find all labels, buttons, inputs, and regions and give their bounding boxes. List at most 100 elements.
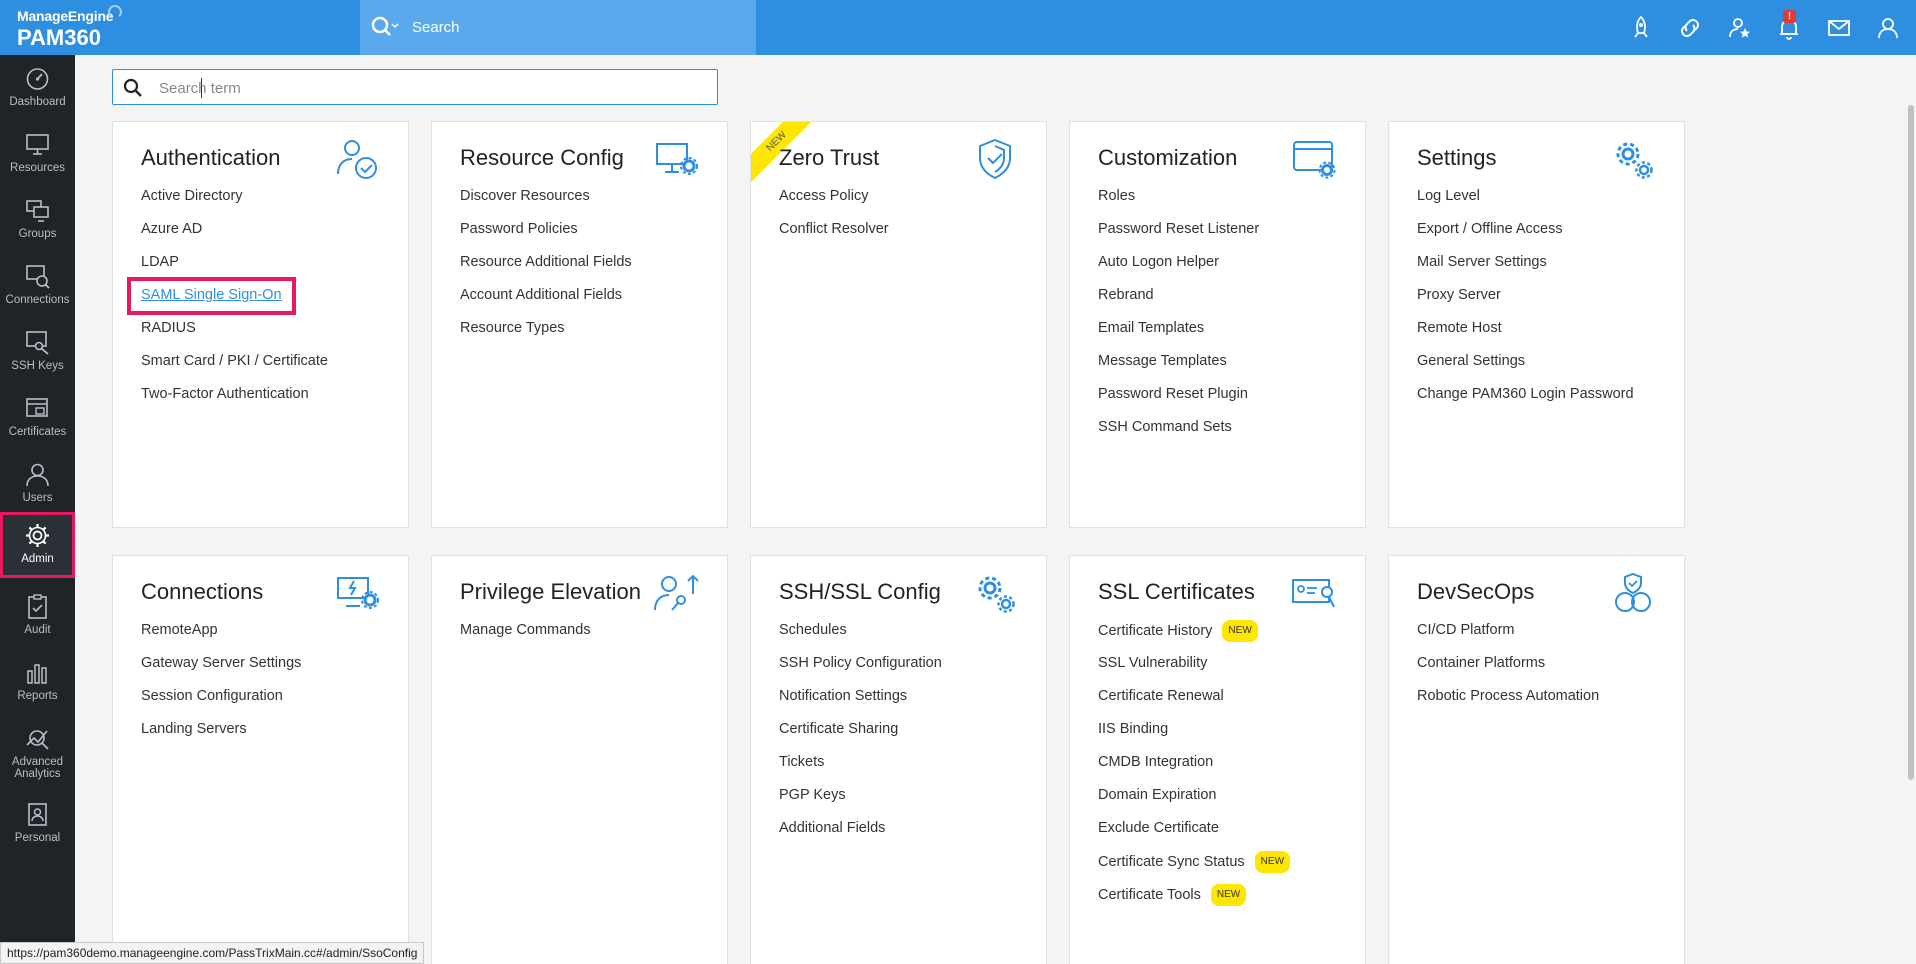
card-links: Schedules SSH Policy Configuration Notif… bbox=[779, 620, 942, 851]
link-smart-card[interactable]: Smart Card / PKI / Certificate bbox=[141, 351, 328, 384]
link-exclude-certificate[interactable]: Exclude Certificate bbox=[1098, 818, 1290, 851]
link-container-platforms[interactable]: Container Platforms bbox=[1417, 653, 1599, 686]
link-general-settings[interactable]: General Settings bbox=[1417, 351, 1634, 384]
devsecops-cycle-icon bbox=[1615, 572, 1651, 612]
groups-icon bbox=[26, 200, 49, 222]
link-ci-cd-platform[interactable]: CI/CD Platform bbox=[1417, 620, 1599, 653]
admin-search-input[interactable] bbox=[159, 76, 699, 100]
link-mail-server-settings[interactable]: Mail Server Settings bbox=[1417, 252, 1634, 285]
top-bar: ManageEngine PAM360 Search ! bbox=[0, 0, 1916, 55]
rocket-icon[interactable] bbox=[1628, 15, 1654, 41]
link-remoteapp[interactable]: RemoteApp bbox=[141, 620, 301, 653]
dashboard-icon bbox=[26, 68, 49, 90]
link-export-offline-access[interactable]: Export / Offline Access bbox=[1417, 219, 1634, 252]
sidebar-item-personal[interactable]: Personal bbox=[0, 791, 75, 857]
new-badge: NEW bbox=[1254, 851, 1291, 873]
link-icon[interactable] bbox=[1677, 15, 1703, 41]
link-schedules[interactable]: Schedules bbox=[779, 620, 942, 653]
analytics-icon bbox=[26, 730, 49, 750]
user-key-arrow-icon bbox=[654, 574, 699, 611]
card-links: Log Level Export / Offline Access Mail S… bbox=[1417, 186, 1634, 417]
link-certificate-tools[interactable]: Certificate Tools NEW bbox=[1098, 884, 1290, 917]
link-change-login-password[interactable]: Change PAM360 Login Password bbox=[1417, 384, 1634, 417]
link-certificate-history[interactable]: Certificate History NEW bbox=[1098, 620, 1290, 653]
link-resource-types[interactable]: Resource Types bbox=[460, 318, 632, 351]
link-password-reset-listener[interactable]: Password Reset Listener bbox=[1098, 219, 1259, 252]
gears-icon bbox=[1616, 142, 1653, 179]
mail-icon[interactable] bbox=[1826, 15, 1852, 41]
link-ssl-vulnerability[interactable]: SSL Vulnerability bbox=[1098, 653, 1290, 686]
card-links: CI/CD Platform Container Platforms Robot… bbox=[1417, 620, 1599, 719]
brand-vendor: ManageEngine bbox=[17, 8, 114, 24]
link-cmdb-integration[interactable]: CMDB Integration bbox=[1098, 752, 1290, 785]
user-icon bbox=[26, 463, 49, 487]
link-certificate-sharing[interactable]: Certificate Sharing bbox=[779, 719, 942, 752]
link-saml-sso[interactable]: SAML Single Sign-On bbox=[127, 277, 328, 318]
link-two-factor[interactable]: Two-Factor Authentication bbox=[141, 384, 328, 417]
link-pgp-keys[interactable]: PGP Keys bbox=[779, 785, 942, 818]
link-message-templates[interactable]: Message Templates bbox=[1098, 351, 1259, 384]
brand-product: PAM360 bbox=[17, 25, 101, 50]
sidebar-item-advanced-analytics[interactable]: Advanced Analytics bbox=[0, 715, 75, 785]
link-radius[interactable]: RADIUS bbox=[141, 318, 328, 351]
connections-icon bbox=[26, 265, 50, 289]
link-proxy-server[interactable]: Proxy Server bbox=[1417, 285, 1634, 318]
link-additional-fields[interactable]: Additional Fields bbox=[779, 818, 942, 851]
sidebar-item-admin[interactable]: Admin bbox=[0, 512, 75, 578]
sidebar-item-certificates[interactable]: Certificates bbox=[0, 385, 75, 451]
page-scrollbar[interactable] bbox=[1906, 55, 1916, 964]
certificate-icon bbox=[26, 398, 48, 417]
global-search[interactable]: Search bbox=[360, 0, 756, 55]
link-ssh-command-sets[interactable]: SSH Command Sets bbox=[1098, 417, 1259, 450]
link-auto-logon-helper[interactable]: Auto Logon Helper bbox=[1098, 252, 1259, 285]
card-title: SSH/SSL Config bbox=[779, 579, 941, 604]
link-email-templates[interactable]: Email Templates bbox=[1098, 318, 1259, 351]
link-landing-servers[interactable]: Landing Servers bbox=[141, 719, 301, 752]
link-discover-resources[interactable]: Discover Resources bbox=[460, 186, 632, 219]
link-iis-binding[interactable]: IIS Binding bbox=[1098, 719, 1290, 752]
search-icon bbox=[371, 16, 399, 36]
link-certificate-sync-status[interactable]: Certificate Sync Status NEW bbox=[1098, 851, 1291, 884]
link-password-reset-plugin[interactable]: Password Reset Plugin bbox=[1098, 384, 1259, 417]
link-access-policy[interactable]: Access Policy bbox=[779, 186, 889, 219]
link-certificate-renewal[interactable]: Certificate Renewal bbox=[1098, 686, 1290, 719]
sidebar-item-label: Resources bbox=[10, 162, 65, 174]
link-remote-host[interactable]: Remote Host bbox=[1417, 318, 1634, 351]
sidebar-item-label: Audit bbox=[24, 624, 51, 636]
sidebar-item-resources[interactable]: Resources bbox=[0, 121, 75, 187]
sidebar-item-label: Certificates bbox=[8, 426, 67, 438]
link-ssh-policy-configuration[interactable]: SSH Policy Configuration bbox=[779, 653, 942, 686]
link-rebrand[interactable]: Rebrand bbox=[1098, 285, 1259, 318]
scrollbar-thumb[interactable] bbox=[1908, 105, 1914, 780]
bar-chart-icon bbox=[27, 664, 47, 684]
link-active-directory[interactable]: Active Directory bbox=[141, 186, 328, 219]
sidebar-item-audit[interactable]: Audit bbox=[0, 583, 75, 649]
brand-logo[interactable]: ManageEngine PAM360 bbox=[0, 0, 360, 55]
link-log-level[interactable]: Log Level bbox=[1417, 186, 1634, 219]
link-session-configuration[interactable]: Session Configuration bbox=[141, 686, 301, 719]
link-password-policies[interactable]: Password Policies bbox=[460, 219, 632, 252]
notification-badge: ! bbox=[1783, 10, 1796, 23]
link-domain-expiration[interactable]: Domain Expiration bbox=[1098, 785, 1290, 818]
user-icon[interactable] bbox=[1876, 15, 1902, 41]
link-tickets[interactable]: Tickets bbox=[779, 752, 942, 785]
link-manage-commands[interactable]: Manage Commands bbox=[460, 620, 591, 653]
link-resource-additional-fields[interactable]: Resource Additional Fields bbox=[460, 252, 632, 285]
link-text: Certificate History bbox=[1098, 623, 1213, 639]
sidebar-item-users[interactable]: Users bbox=[0, 451, 75, 517]
sidebar-item-dashboard[interactable]: Dashboard bbox=[0, 55, 75, 121]
link-notification-settings[interactable]: Notification Settings bbox=[779, 686, 942, 719]
star-user-icon[interactable] bbox=[1727, 15, 1753, 41]
link-account-additional-fields[interactable]: Account Additional Fields bbox=[460, 285, 632, 318]
link-robotic-process-automation[interactable]: Robotic Process Automation bbox=[1417, 686, 1599, 719]
link-roles[interactable]: Roles bbox=[1098, 186, 1259, 219]
card-links: Active Directory Azure AD LDAP SAML Sing… bbox=[127, 186, 328, 417]
admin-search-box[interactable] bbox=[112, 69, 718, 105]
link-gateway-server-settings[interactable]: Gateway Server Settings bbox=[141, 653, 301, 686]
link-conflict-resolver[interactable]: Conflict Resolver bbox=[779, 219, 889, 252]
link-azure-ad[interactable]: Azure AD bbox=[141, 219, 328, 252]
sidebar-item-reports[interactable]: Reports bbox=[0, 649, 75, 715]
sidebar-item-ssh-keys[interactable]: SSH Keys bbox=[0, 319, 75, 385]
sidebar-item-connections[interactable]: Connections bbox=[0, 253, 75, 319]
sidebar-item-groups[interactable]: Groups bbox=[0, 187, 75, 253]
